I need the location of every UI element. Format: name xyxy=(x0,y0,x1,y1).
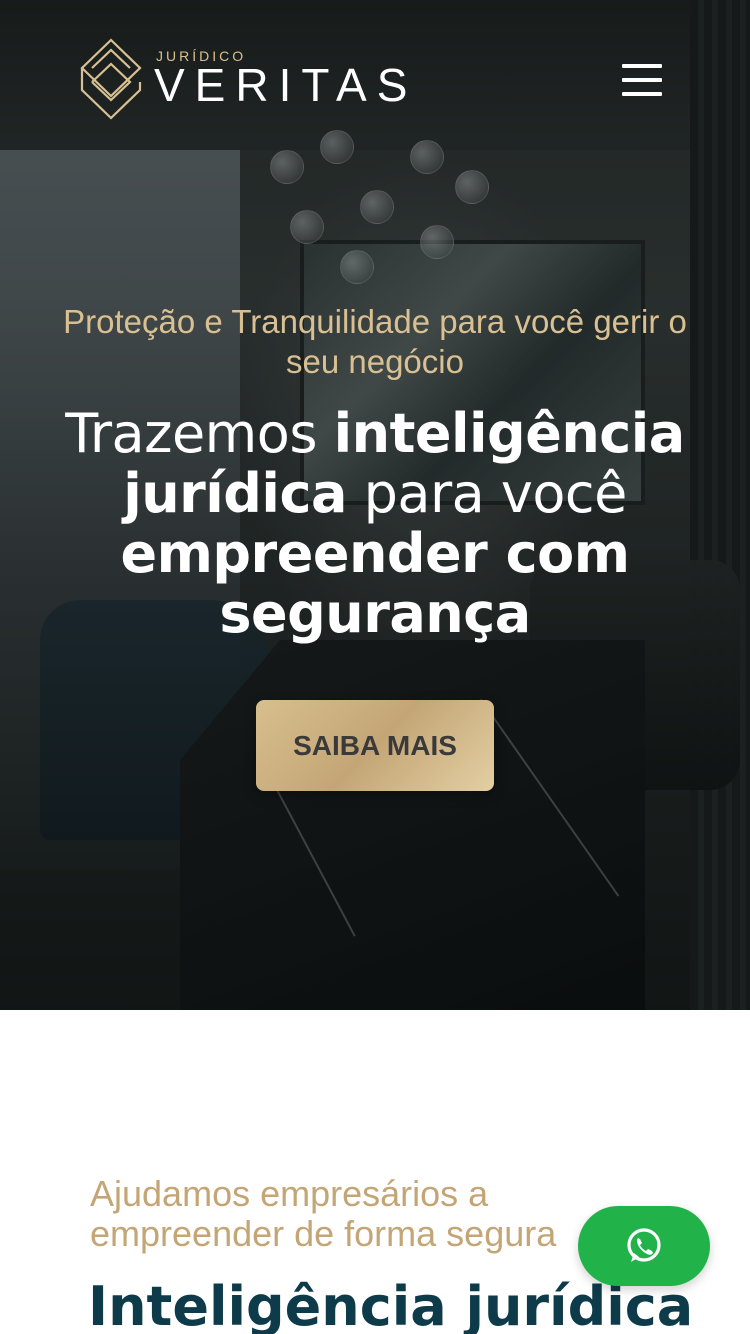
saiba-mais-button[interactable]: SAIBA MAIS xyxy=(256,700,494,791)
hamburger-menu-icon[interactable] xyxy=(620,64,664,96)
veritas-logo-mark-icon xyxy=(80,38,142,120)
site-logo[interactable]: JURÍDICO VERITAS xyxy=(80,38,407,122)
whatsapp-button[interactable] xyxy=(578,1206,710,1286)
hero-eyebrow: Proteção e Tranquilidade para você gerir… xyxy=(63,303,687,380)
hero-title: Trazemos inteligência jurídica para você… xyxy=(50,404,700,644)
section-eyebrow: Ajudamos empresários a empreender de for… xyxy=(90,1173,557,1254)
hero-title-part1: Trazemos xyxy=(65,402,334,465)
hero-title-part2: para você xyxy=(346,462,628,525)
hero-title-bold2: empreender com segurança xyxy=(120,522,630,645)
logo-title: VERITAS xyxy=(154,59,418,111)
whatsapp-icon xyxy=(627,1228,661,1262)
